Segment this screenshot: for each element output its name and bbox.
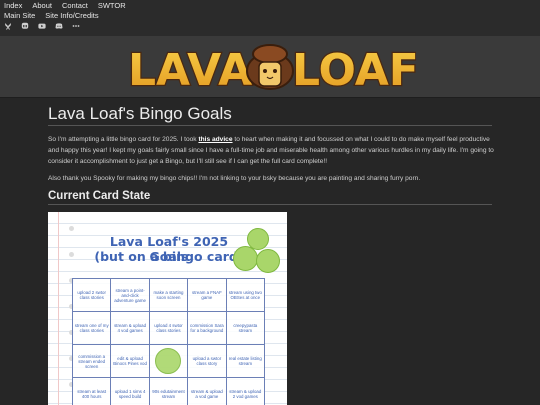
more-icon[interactable] bbox=[72, 22, 80, 30]
nav-link-main-site[interactable]: Main Site bbox=[4, 11, 35, 20]
bingo-cell: commission Sara for a background bbox=[188, 312, 227, 345]
bingo-cell: stream & upload 4 vod games bbox=[111, 312, 150, 345]
mastodon-icon[interactable] bbox=[21, 22, 29, 30]
bingo-cell-text: stream & upload 4 vod games bbox=[114, 323, 147, 333]
intro-text-start: So I'm attempting a little bingo card fo… bbox=[48, 136, 199, 143]
bingo-cell-text: commission a stream ended screen bbox=[78, 353, 106, 369]
bingo-cell: upload a swtor class story bbox=[188, 345, 227, 378]
bingo-cell: stream using two OBSes at once bbox=[226, 279, 265, 312]
bingo-cell-text: make a starting soon screen bbox=[153, 290, 184, 300]
bingo-cell: upload 1 sims 4 speed build bbox=[111, 378, 150, 405]
youtube-icon[interactable] bbox=[38, 22, 46, 30]
bingo-cell: make a starting soon screen bbox=[149, 279, 189, 312]
bingo-cell: commission a stream ended screen bbox=[73, 345, 112, 378]
section-divider bbox=[48, 204, 492, 205]
card-title-line2: (but on a bingo card) bbox=[94, 249, 244, 264]
bingo-cell-text: stream & upload a vod game bbox=[190, 389, 223, 399]
bingo-cell: stream at least 400 hours bbox=[73, 378, 112, 405]
main-content: Lava Loaf's Bingo Goals So I'm attemptin… bbox=[0, 98, 540, 405]
lava-loaf-logo[interactable]: LAVA LOAF bbox=[124, 38, 416, 96]
bingo-chip-decoration bbox=[256, 249, 280, 273]
bingo-cell-text: stream using two OBSes at once bbox=[228, 290, 262, 300]
bingo-cell: stream & upload a vod game bbox=[188, 378, 227, 405]
paper-margin-line bbox=[58, 212, 59, 405]
bingo-cell-text: stream & upload 2 vod games bbox=[229, 389, 262, 399]
bingo-cell-text: upload 1 sims 4 speed build bbox=[114, 389, 146, 399]
bingo-cell: creepypasta stream bbox=[226, 312, 265, 345]
title-divider bbox=[48, 125, 492, 126]
bingo-cell-text: stream at least 400 hours bbox=[77, 389, 107, 399]
nav-link-about[interactable]: About bbox=[32, 1, 52, 10]
nav-link-index[interactable]: Index bbox=[4, 1, 22, 10]
bingo-chip-decoration bbox=[233, 246, 258, 271]
bingo-cell: stream one of my class stories bbox=[73, 312, 112, 345]
bingo-cell: real estate listing stream bbox=[226, 345, 265, 378]
bingo-cell: edit & upload Binocs Pines vod bbox=[111, 345, 150, 378]
bluesky-icon[interactable] bbox=[4, 22, 12, 30]
bingo-cell: stream a FNAF game bbox=[188, 279, 227, 312]
bingo-card-image: Lava Loaf's 2025 Goals (but on a bingo c… bbox=[48, 212, 287, 405]
binder-hole bbox=[69, 226, 74, 231]
bingo-cell-text: upload 4 swtor class stories bbox=[154, 323, 183, 333]
bingo-grid: upload 2 swtor class stories stream a po… bbox=[72, 278, 265, 405]
bingo-cell: upload 4 swtor class stories bbox=[149, 312, 189, 345]
bingo-cell-text: commission Sara for a background bbox=[190, 323, 224, 333]
top-nav: Index About Contact SWTOR Main Site Site… bbox=[0, 0, 540, 36]
nav-link-swtor[interactable]: SWTOR bbox=[98, 1, 126, 10]
bingo-cell-text: creepypasta stream bbox=[233, 323, 258, 333]
bingo-cell: stream a point-and-click adventure game bbox=[111, 279, 150, 312]
nav-link-site-info[interactable]: Site Info/Credits bbox=[45, 11, 98, 20]
bingo-cell-text: edit & upload Binocs Pines vod bbox=[113, 356, 147, 366]
bingo-chip-marker bbox=[155, 348, 182, 374]
advice-link[interactable]: this advice bbox=[198, 136, 232, 143]
logo-text-right: LOAF bbox=[292, 45, 416, 96]
bingo-cell-text: stream one of my class stories bbox=[74, 323, 109, 333]
bingo-cell-text: real estate listing stream bbox=[228, 356, 262, 366]
nav-link-contact[interactable]: Contact bbox=[62, 1, 88, 10]
loaf-mascot-icon bbox=[246, 44, 294, 90]
bingo-cell-text: upload 2 swtor class stories bbox=[77, 290, 106, 300]
bingo-cell-free-space bbox=[149, 345, 189, 378]
bingo-cell-text: upload a swtor class story bbox=[192, 356, 222, 366]
bingo-cell: 90s edutainment stream bbox=[149, 378, 189, 405]
binder-hole bbox=[69, 252, 74, 257]
logo-text-left: LAVA bbox=[128, 45, 252, 96]
bingo-cell: stream & upload 2 vod games bbox=[226, 378, 265, 405]
social-icons bbox=[4, 22, 80, 30]
section-title: Current Card State bbox=[48, 190, 151, 202]
nav-primary: Index About Contact SWTOR bbox=[4, 1, 126, 10]
nav-secondary: Main Site Site Info/Credits bbox=[4, 11, 99, 20]
page-title: Lava Loaf's Bingo Goals bbox=[48, 104, 232, 123]
bingo-cell-text: 90s edutainment stream bbox=[152, 389, 185, 399]
bingo-cell: upload 2 swtor class stories bbox=[73, 279, 112, 312]
discord-icon[interactable] bbox=[55, 22, 63, 30]
site-banner: LAVA LOAF bbox=[0, 36, 540, 98]
bingo-cell-text: stream a point-and-click adventure game bbox=[114, 287, 146, 303]
intro-paragraph: So I'm attempting a little bingo card fo… bbox=[48, 134, 494, 167]
thanks-paragraph: Also thank you Spooky for making my bing… bbox=[48, 175, 421, 182]
bingo-cell-text: stream a FNAF game bbox=[192, 290, 222, 300]
